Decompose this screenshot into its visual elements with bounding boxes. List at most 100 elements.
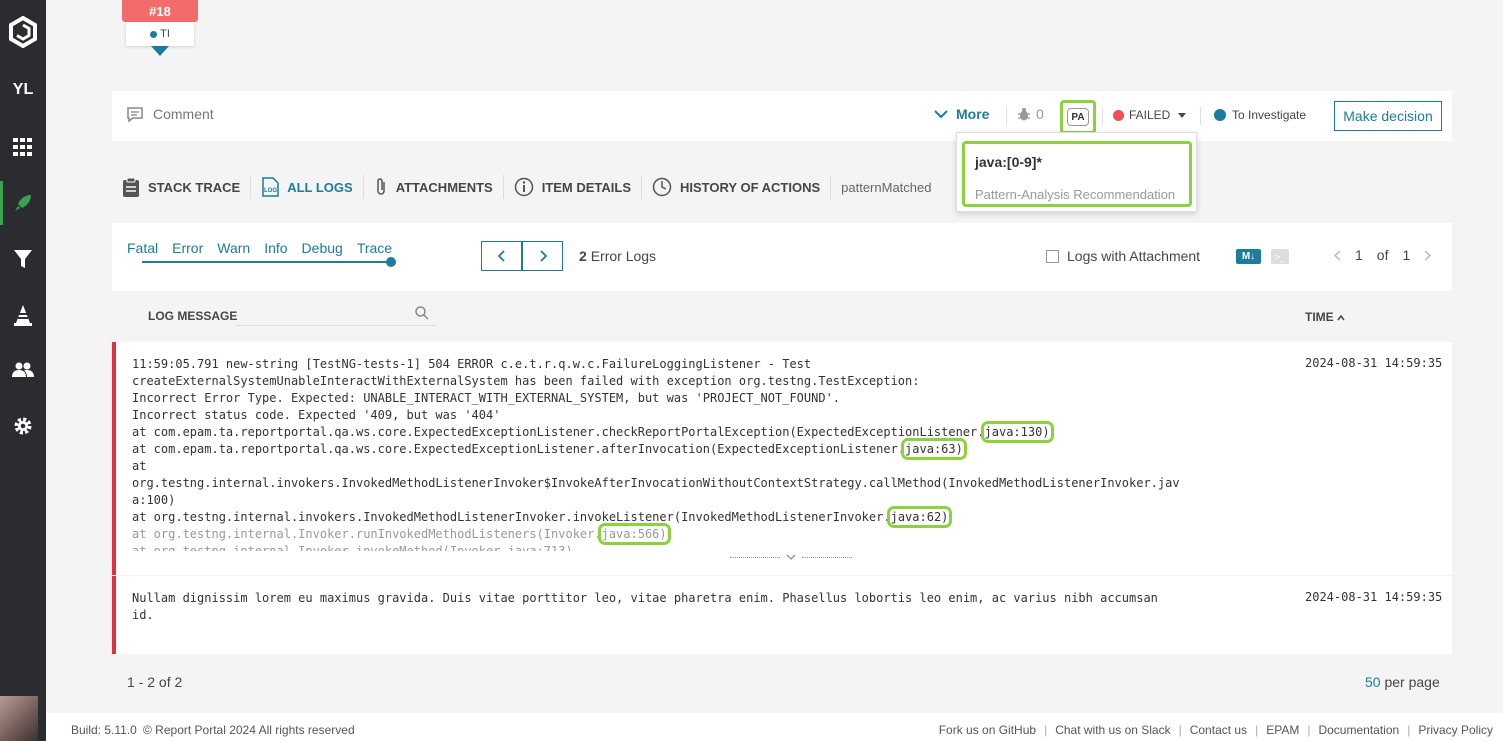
tab-item-details[interactable]: ITEM DETAILS <box>502 175 641 199</box>
tab-history-of-actions[interactable]: HISTORY OF ACTIONS <box>641 175 830 199</box>
log-line: org.testng.internal.invokers.InvokedMeth… <box>132 476 1180 490</box>
divider <box>1200 107 1201 125</box>
pattern-match-highlight: java:63) <box>901 438 967 460</box>
logs-with-attachment-checkbox[interactable] <box>1046 249 1059 263</box>
log-file-icon: LOG <box>262 177 279 197</box>
pa-pattern: java:[0-9]* <box>975 154 1042 170</box>
log-level-slider-handle[interactable] <box>386 257 396 267</box>
dashboard-grid-icon[interactable] <box>0 125 46 169</box>
page-prev-icon[interactable] <box>1334 249 1341 261</box>
status-dropdown[interactable]: FAILED <box>1113 108 1187 122</box>
page-current: 1 <box>1355 247 1363 263</box>
column-time-label: TIME <box>1305 310 1334 324</box>
members-icon[interactable] <box>0 348 46 392</box>
log-search-input[interactable] <box>236 325 436 326</box>
logs-with-attachment-label: Logs with Attachment <box>1067 248 1201 264</box>
paperclip-icon <box>376 178 385 195</box>
footer-link-privacy[interactable]: Privacy Policy <box>1418 723 1493 737</box>
defect-type-label: To Investigate <box>1232 108 1307 122</box>
per-page-value[interactable]: 50 <box>1365 674 1381 690</box>
per-page-selector[interactable]: 50 per page <box>1365 674 1440 690</box>
table-row[interactable]: 11:59:05.791 new-string [TestNG-tests-1]… <box>112 342 1452 575</box>
level-trace[interactable]: Trace <box>357 240 392 256</box>
chevron-down-icon <box>786 553 796 560</box>
level-debug[interactable]: Debug <box>302 240 343 256</box>
build-version: Build: 5.11.0 <box>71 723 137 737</box>
footer-separator: | <box>1307 723 1311 737</box>
column-log-message: LOG MESSAGE <box>148 309 238 323</box>
next-error-button[interactable] <box>522 241 563 271</box>
linked-bugs[interactable]: 0 <box>1018 106 1044 122</box>
launches-rocket-icon[interactable] <box>0 181 46 225</box>
footer-link-contact[interactable]: Contact us <box>1190 723 1247 737</box>
footer-link-epam[interactable]: EPAM <box>1266 723 1299 737</box>
footer-separator: | <box>1407 723 1411 737</box>
tab-attachments[interactable]: ATTACHMENTS <box>362 175 503 199</box>
dotted-divider <box>802 556 852 558</box>
pattern-analysis-popover: java:[0-9]* Pattern-Analysis Recommendat… <box>956 132 1197 212</box>
console-mode-button[interactable]: >_ <box>1271 249 1289 264</box>
launch-badge[interactable]: #18 TI <box>122 0 198 56</box>
comment-input[interactable]: Comment <box>153 106 214 122</box>
log-level-selector: Fatal Error Warn Info Debug Trace <box>127 240 392 256</box>
log-line: at <box>132 459 147 473</box>
more-button[interactable]: More <box>934 106 989 122</box>
expand-log-button[interactable] <box>726 550 856 564</box>
sort-ascending-icon <box>1337 314 1345 321</box>
pa-recommendation: Pattern-Analysis Recommendation <box>975 187 1176 202</box>
page-next-icon[interactable] <box>1424 249 1432 261</box>
log-line-text: at org.testng.internal.Invoker.runInvoke… <box>132 527 602 541</box>
level-info[interactable]: Info <box>264 240 287 256</box>
log-pager: 1 of 1 <box>1334 247 1432 263</box>
markdown-mode-button[interactable]: M↓ <box>1236 249 1261 264</box>
chevron-right-icon <box>539 250 547 262</box>
log-line-text: at com.epam.ta.reportportal.qa.ws.core.E… <box>132 425 985 439</box>
copyright: © Report Portal 2024 All rights reserved <box>143 723 355 737</box>
level-fatal[interactable]: Fatal <box>127 240 158 256</box>
comment-bar: Comment More 0 PA FAILED To Investigate … <box>112 91 1452 141</box>
log-line: Incorrect Error Type. Expected: UNABLE_I… <box>132 391 841 405</box>
log-level-slider-track[interactable] <box>142 261 392 263</box>
reportportal-logo-icon[interactable] <box>0 10 46 54</box>
bug-icon <box>1018 107 1030 120</box>
search-icon[interactable] <box>415 306 429 325</box>
defect-type-selector[interactable]: To Investigate <box>1214 108 1306 122</box>
pattern-match-highlight: java:62) <box>886 506 953 528</box>
log-line: a:100) <box>132 493 176 507</box>
level-error[interactable]: Error <box>172 240 203 256</box>
tab-label: ATTACHMENTS <box>395 179 493 195</box>
user-initials[interactable]: YL <box>0 68 46 112</box>
tab-pattern-matched[interactable]: patternMatched <box>830 175 941 199</box>
chevron-down-icon <box>934 109 948 118</box>
log-time: 2024-08-31 14:59:35 <box>1305 590 1443 604</box>
filters-funnel-icon[interactable] <box>0 237 46 281</box>
table-row[interactable]: Nullam dignissim lorem eu maximus gravid… <box>112 576 1452 654</box>
footer-link-slack[interactable]: Chat with us on Slack <box>1055 723 1170 737</box>
footer-link-documentation[interactable]: Documentation <box>1318 723 1399 737</box>
log-line: at org.testng.internal.invokers.InvokedM… <box>132 506 1180 528</box>
bug-count-value: 0 <box>1036 106 1044 122</box>
defect-badge: TI <box>126 22 194 46</box>
column-time[interactable]: TIME <box>1305 310 1345 324</box>
level-warn[interactable]: Warn <box>217 240 250 256</box>
tab-label: STACK TRACE <box>148 179 241 195</box>
tab-all-logs[interactable]: LOG ALL LOGS <box>250 175 362 199</box>
settings-gear-icon[interactable] <box>0 404 46 448</box>
previous-error-button[interactable] <box>481 241 522 271</box>
footer-link-github[interactable]: Fork us on GitHub <box>939 723 1036 737</box>
logs-with-attachment-filter[interactable]: Logs with Attachment <box>1046 248 1200 264</box>
failed-status-dot-icon <box>1113 109 1124 121</box>
items-range: 1 - 2 of 2 <box>127 674 183 690</box>
log-line-text: at com.epam.ta.reportportal.qa.ws.core.E… <box>132 442 906 456</box>
page-total: 1 <box>1402 247 1411 263</box>
log-line: createExternalSystemUnableInteractWithEx… <box>132 374 920 388</box>
pattern-analysis-button[interactable]: PA <box>1060 100 1096 134</box>
svg-text:LOG: LOG <box>264 188 277 194</box>
divider <box>1102 107 1103 125</box>
debug-cone-icon[interactable] <box>0 293 46 337</box>
make-decision-button[interactable]: Make decision <box>1334 101 1442 131</box>
user-avatar[interactable] <box>0 696 38 741</box>
tab-stack-trace[interactable]: STACK TRACE <box>122 175 250 199</box>
caret-down-icon <box>1178 112 1187 118</box>
app-footer: Build: 5.11.0 © Report Portal 2024 All r… <box>46 713 1503 741</box>
